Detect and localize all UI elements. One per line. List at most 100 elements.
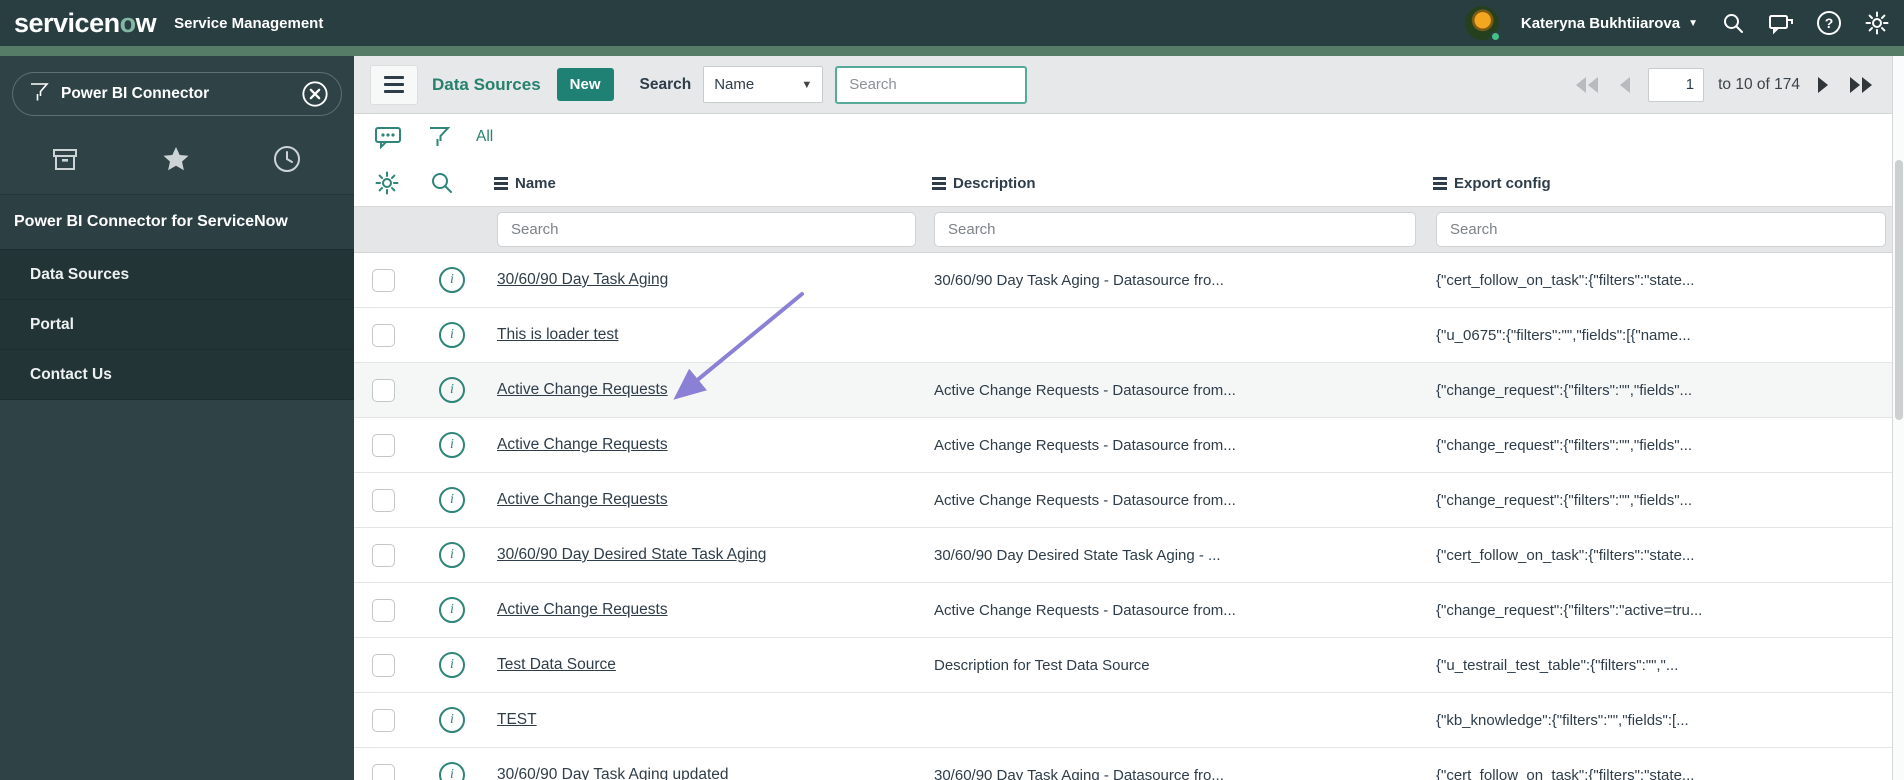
- chat-icon[interactable]: [1768, 10, 1794, 36]
- logo-o-icon: o: [119, 7, 137, 38]
- row-export-config: {"change_request":{"filters":"active=tru…: [1436, 601, 1703, 619]
- search-field-select[interactable]: Name ▼: [703, 66, 824, 103]
- page-number-input[interactable]: [1648, 67, 1705, 102]
- row-name-link[interactable]: Active Change Requests: [497, 491, 668, 508]
- star-icon[interactable]: [161, 144, 191, 174]
- row-export-config: {"u_testrail_test_table":{"filters":"","…: [1436, 656, 1679, 674]
- row-name-link[interactable]: 30/60/90 Day Task Aging: [497, 271, 668, 288]
- row-checkbox[interactable]: [372, 488, 395, 512]
- row-checkbox[interactable]: [372, 763, 395, 780]
- name-filter-input[interactable]: [497, 212, 916, 247]
- column-header-export-config[interactable]: Export config: [1425, 175, 1892, 192]
- funnel-icon[interactable]: [428, 125, 450, 149]
- row-checkbox[interactable]: [372, 708, 395, 732]
- row-name-link[interactable]: This is loader test: [497, 326, 618, 343]
- row-export-config: {"cert_follow_on_task":{"filters":"state…: [1436, 766, 1695, 780]
- row-name-link[interactable]: 30/60/90 Day Desired State Task Aging: [497, 546, 766, 563]
- new-button[interactable]: New: [556, 68, 614, 101]
- user-menu[interactable]: Kateryna Bukhtiiarova ▼: [1521, 15, 1698, 32]
- table-row: i Active Change Requests Active Change R…: [354, 473, 1892, 528]
- presence-dot: [1489, 31, 1501, 42]
- list-title[interactable]: Data Sources: [432, 75, 541, 95]
- table-row: i This is loader test {"u_0675":{"filter…: [354, 308, 1892, 363]
- breadcrumb-all[interactable]: All: [476, 128, 493, 146]
- search-field-selected: Name: [714, 76, 755, 93]
- clock-icon[interactable]: [272, 144, 302, 174]
- info-icon[interactable]: i: [439, 597, 465, 623]
- table-body: i 30/60/90 Day Task Aging 30/60/90 Day T…: [354, 253, 1892, 780]
- row-checkbox[interactable]: [372, 653, 395, 677]
- row-checkbox[interactable]: [372, 598, 395, 622]
- magnifier-icon[interactable]: [430, 171, 454, 195]
- info-icon[interactable]: i: [439, 377, 465, 403]
- row-name-link[interactable]: Test Data Source: [497, 656, 616, 673]
- sidebar-item-data-sources[interactable]: Data Sources: [0, 250, 354, 300]
- clear-circle-x-icon[interactable]: [301, 80, 329, 108]
- svg-text:?: ?: [1825, 15, 1834, 31]
- table-row: i Active Change Requests Active Change R…: [354, 583, 1892, 638]
- row-name-link[interactable]: Active Change Requests: [497, 601, 668, 618]
- navigator-filter[interactable]: Power BI Connector: [12, 72, 342, 116]
- info-icon[interactable]: i: [439, 322, 465, 348]
- row-description: 30/60/90 Day Task Aging - Datasource fro…: [934, 271, 1224, 289]
- column-filter-row: [354, 206, 1892, 253]
- row-checkbox[interactable]: [372, 433, 395, 457]
- row-export-config: {"cert_follow_on_task":{"filters":"state…: [1436, 271, 1695, 289]
- info-icon[interactable]: i: [439, 762, 465, 780]
- next-page-button[interactable]: [1814, 74, 1832, 96]
- table-row: i TEST {"kb_knowledge":{"filters":"","fi…: [354, 693, 1892, 748]
- sidebar-item-contact-us[interactable]: Contact Us: [0, 350, 354, 400]
- row-description: Active Change Requests - Datasource from…: [934, 381, 1236, 399]
- list-search-input[interactable]: [835, 65, 1028, 104]
- help-icon[interactable]: ?: [1816, 10, 1842, 36]
- description-filter-input[interactable]: [934, 212, 1416, 247]
- scrollbar-thumb[interactable]: [1895, 160, 1903, 420]
- export-config-filter-input[interactable]: [1436, 212, 1886, 247]
- pagination: to 10 of 174: [1572, 67, 1876, 102]
- row-name-link[interactable]: TEST: [497, 711, 537, 728]
- info-icon[interactable]: i: [439, 487, 465, 513]
- row-description: Active Change Requests - Datasource from…: [934, 436, 1236, 454]
- last-page-button[interactable]: [1846, 74, 1876, 96]
- navigator-tabs: [0, 130, 354, 195]
- column-menu-icon: [1433, 176, 1447, 190]
- row-name-link[interactable]: 30/60/90 Day Task Aging updated: [497, 766, 729, 780]
- row-checkbox[interactable]: [372, 268, 395, 292]
- user-avatar[interactable]: [1464, 6, 1501, 42]
- row-description: Active Change Requests - Datasource from…: [934, 601, 1236, 619]
- info-icon[interactable]: i: [439, 267, 465, 293]
- list-context-menu-button[interactable]: [370, 64, 418, 105]
- column-header-description[interactable]: Description: [924, 175, 1425, 192]
- previous-page-button[interactable]: [1616, 74, 1634, 96]
- user-name-label: Kateryna Bukhtiiarova: [1520, 14, 1681, 32]
- row-export-config: {"kb_knowledge":{"filters":"","fields":[…: [1436, 711, 1689, 729]
- info-icon[interactable]: i: [439, 652, 465, 678]
- header-accent-line: [0, 46, 1904, 56]
- search-icon[interactable]: [1720, 10, 1746, 36]
- list-pane: Data Sources New Search Name ▼ to 10 of …: [354, 56, 1904, 780]
- gear-icon[interactable]: [374, 170, 400, 196]
- info-icon[interactable]: i: [439, 542, 465, 568]
- table-row: i 30/60/90 Day Desired State Task Aging …: [354, 528, 1892, 583]
- row-description: 30/60/90 Day Desired State Task Aging - …: [934, 546, 1221, 564]
- table-row: i Active Change Requests Active Change R…: [354, 363, 1892, 418]
- funnel-icon: [29, 81, 49, 108]
- row-checkbox[interactable]: [372, 543, 395, 567]
- comment-bubble-icon[interactable]: [374, 124, 402, 150]
- archive-box-icon[interactable]: [50, 144, 80, 174]
- first-page-button[interactable]: [1572, 74, 1602, 96]
- column-menu-icon: [932, 176, 946, 190]
- sidebar-item-portal[interactable]: Portal: [0, 300, 354, 350]
- vertical-scrollbar[interactable]: [1892, 56, 1904, 780]
- row-checkbox[interactable]: [372, 378, 395, 402]
- column-header-row: Name Description Export config: [354, 160, 1892, 206]
- column-header-name[interactable]: Name: [486, 175, 924, 192]
- row-name-link[interactable]: Active Change Requests: [497, 381, 668, 398]
- gear-icon[interactable]: [1864, 10, 1890, 36]
- info-icon[interactable]: i: [439, 707, 465, 733]
- info-icon[interactable]: i: [439, 432, 465, 458]
- top-header: servicen o w Service Management Kateryna B…: [0, 0, 1904, 46]
- navigator-filter-value[interactable]: Power BI Connector: [61, 85, 289, 103]
- row-checkbox[interactable]: [372, 323, 395, 347]
- row-name-link[interactable]: Active Change Requests: [497, 436, 668, 453]
